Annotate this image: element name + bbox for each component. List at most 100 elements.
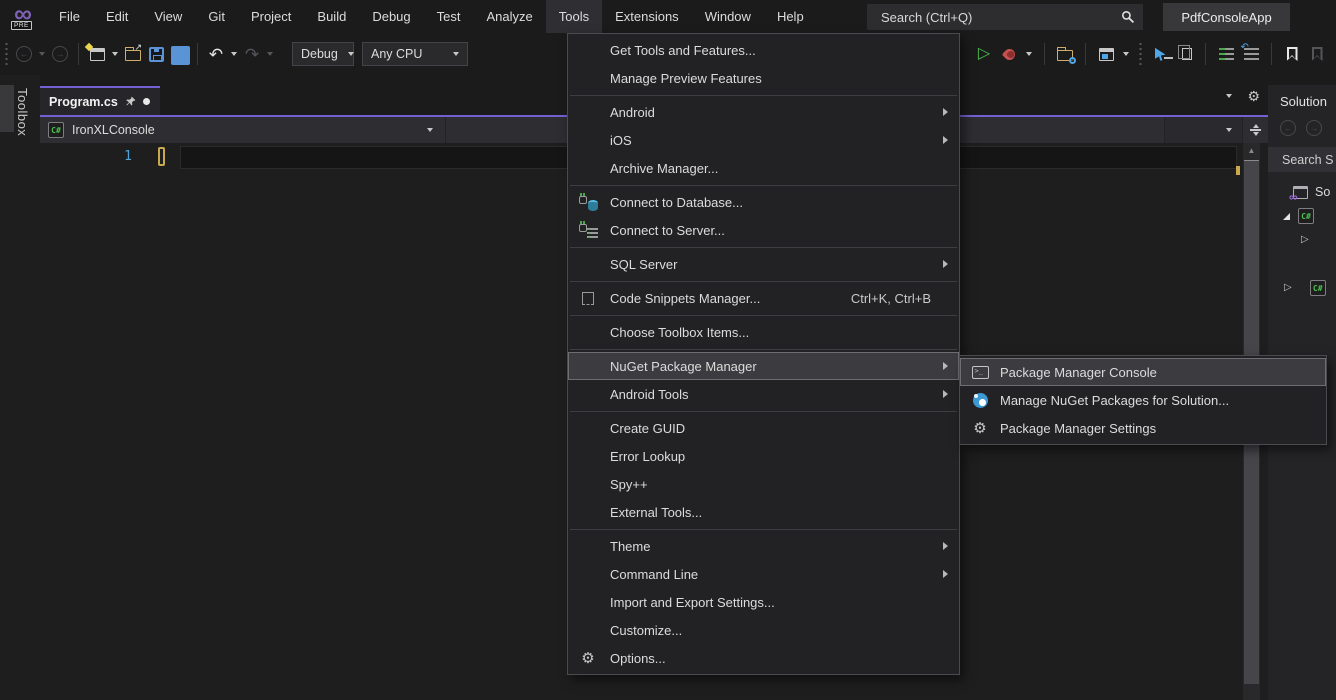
indent-button[interactable] xyxy=(1218,41,1234,67)
navigate-forward-button[interactable]: → xyxy=(52,41,68,67)
menu-item-android[interactable]: Android xyxy=(568,98,959,126)
pin-icon[interactable] xyxy=(125,96,136,107)
search-input[interactable] xyxy=(879,9,1121,26)
menu-extensions[interactable]: Extensions xyxy=(602,0,692,33)
vs-logo[interactable]: ∞ PRE xyxy=(0,0,46,33)
gear-icon: ⚙ xyxy=(577,648,599,668)
menu-analyze[interactable]: Analyze xyxy=(473,0,545,33)
new-project-button[interactable] xyxy=(89,41,105,67)
menu-test[interactable]: Test xyxy=(424,0,474,33)
menu-view[interactable]: View xyxy=(141,0,195,33)
menu-item-customize[interactable]: Customize... xyxy=(568,616,959,644)
menu-item-manage-preview-features[interactable]: Manage Preview Features xyxy=(568,64,959,92)
menu-item-ios[interactable]: iOS xyxy=(568,126,959,154)
save-all-button[interactable] xyxy=(171,41,187,67)
document-list-dropdown[interactable] xyxy=(1226,94,1232,98)
expander-collapsed-icon[interactable]: ▷ xyxy=(1284,283,1292,293)
menu-item-choose-toolbox-items[interactable]: Choose Toolbox Items... xyxy=(568,318,959,346)
undo-button[interactable]: ↶ xyxy=(208,41,224,67)
web-browser-dropdown[interactable] xyxy=(1123,52,1129,56)
menu-separator xyxy=(570,185,957,186)
menu-item-import-export-settings[interactable]: Import and Export Settings... xyxy=(568,588,959,616)
menu-item-external-tools[interactable]: External Tools... xyxy=(568,498,959,526)
menu-item-nuget-package-manager[interactable]: NuGet Package Manager xyxy=(568,352,959,380)
bookmark-prev-icon xyxy=(1312,47,1323,61)
menu-item-options[interactable]: ⚙ Options... xyxy=(568,644,959,672)
solution-search-box[interactable] xyxy=(1268,147,1336,172)
hot-reload-dropdown[interactable] xyxy=(1026,52,1032,56)
start-without-debugging-button[interactable]: ▷ xyxy=(976,41,992,67)
menu-project[interactable]: Project xyxy=(238,0,304,33)
project-dropdown[interactable]: C# IronXLConsole xyxy=(40,117,445,143)
previous-bookmark-button[interactable] xyxy=(1309,41,1325,67)
solution-name-badge[interactable]: PdfConsoleApp xyxy=(1163,3,1290,31)
select-tool-button[interactable] xyxy=(1152,41,1168,67)
menu-item-create-guid[interactable]: Create GUID xyxy=(568,414,959,442)
global-search-box[interactable] xyxy=(867,4,1143,30)
menu-item-label: Customize... xyxy=(610,623,682,638)
split-window-button[interactable] xyxy=(1242,117,1268,143)
menu-git[interactable]: Git xyxy=(195,0,238,33)
menu-item-package-manager-console[interactable]: >_ Package Manager Console xyxy=(960,358,1326,386)
menu-item-get-tools-and-features[interactable]: Get Tools and Features... xyxy=(568,36,959,64)
new-project-dropdown[interactable] xyxy=(112,52,118,56)
tree-row-solution[interactable]: ∞ So xyxy=(1268,180,1336,204)
scroll-up-arrow[interactable]: ▲ xyxy=(1243,143,1260,158)
menu-item-manage-nuget-packages[interactable]: Manage NuGet Packages for Solution... xyxy=(960,386,1326,414)
toolbox-tab[interactable]: Toolbox xyxy=(15,88,30,136)
copy-document-button[interactable] xyxy=(1177,41,1193,67)
toggle-bookmark-button[interactable] xyxy=(1284,41,1300,67)
rail-block xyxy=(0,85,14,132)
menu-debug[interactable]: Debug xyxy=(359,0,423,33)
solution-configurations-combo[interactable]: Debug xyxy=(292,42,354,66)
menu-item-sql-server[interactable]: SQL Server xyxy=(568,250,959,278)
menu-item-theme[interactable]: Theme xyxy=(568,532,959,560)
indent-lines-icon xyxy=(1219,48,1234,60)
redo-dropdown[interactable] xyxy=(267,52,273,56)
open-file-button[interactable]: ↗ xyxy=(125,41,141,67)
menu-item-android-tools[interactable]: Android Tools xyxy=(568,380,959,408)
toolbar-grip[interactable] xyxy=(4,43,9,65)
save-button[interactable] xyxy=(148,41,164,67)
redo-button[interactable]: ↷ xyxy=(244,41,260,67)
tab-program-cs[interactable]: Program.cs xyxy=(40,86,160,115)
menu-item-label: Code Snippets Manager... xyxy=(610,291,760,306)
menu-help[interactable]: Help xyxy=(764,0,817,33)
explorer-back-button[interactable]: ← xyxy=(1280,120,1296,136)
server-plug-icon xyxy=(577,220,599,240)
undo-dropdown[interactable] xyxy=(231,52,237,56)
expander-collapsed-icon[interactable]: ▷ xyxy=(1301,235,1309,245)
menu-item-archive-manager[interactable]: Archive Manager... xyxy=(568,154,959,182)
navigate-back-dropdown[interactable] xyxy=(39,52,45,56)
menu-item-command-line[interactable]: Command Line xyxy=(568,560,959,588)
editor-gear-icon[interactable]: ⚙ xyxy=(1247,89,1260,103)
tree-row-project-1[interactable]: C# xyxy=(1268,204,1336,228)
menu-separator xyxy=(570,411,957,412)
member-dropdown[interactable] xyxy=(1164,117,1242,143)
solution-platforms-combo[interactable]: Any CPU xyxy=(362,42,468,66)
menu-item-label: Choose Toolbox Items... xyxy=(610,325,749,340)
tree-row-project-2[interactable]: ▷ C# xyxy=(1268,276,1336,300)
menu-item-package-manager-settings[interactable]: ⚙ Package Manager Settings xyxy=(960,414,1326,442)
format-document-button[interactable]: ↶ xyxy=(1243,41,1259,67)
menu-item-code-snippets-manager[interactable]: Code Snippets Manager... Ctrl+K, Ctrl+B xyxy=(568,284,959,312)
menu-window[interactable]: Window xyxy=(692,0,764,33)
web-browser-button[interactable] xyxy=(1098,41,1114,67)
expander-expanded-icon[interactable] xyxy=(1283,213,1290,220)
menu-build[interactable]: Build xyxy=(304,0,359,33)
code-snippet-icon xyxy=(577,288,599,308)
menu-item-connect-to-server[interactable]: Connect to Server... xyxy=(568,216,959,244)
menu-item-spy-plus-plus[interactable]: Spy++ xyxy=(568,470,959,498)
tree-row-dependencies[interactable]: ▷ xyxy=(1268,228,1336,252)
toolbar-grip[interactable] xyxy=(1138,43,1143,65)
menu-tools[interactable]: Tools xyxy=(546,0,602,33)
explorer-forward-button[interactable]: → xyxy=(1306,120,1322,136)
menu-item-connect-to-database[interactable]: Connect to Database... xyxy=(568,188,959,216)
navigate-back-button[interactable]: ← xyxy=(16,41,32,67)
menu-file[interactable]: File xyxy=(46,0,93,33)
solution-search-input[interactable] xyxy=(1280,152,1336,168)
menu-edit[interactable]: Edit xyxy=(93,0,141,33)
hot-reload-button[interactable] xyxy=(1001,41,1017,67)
find-in-files-button[interactable] xyxy=(1057,41,1073,67)
menu-item-error-lookup[interactable]: Error Lookup xyxy=(568,442,959,470)
